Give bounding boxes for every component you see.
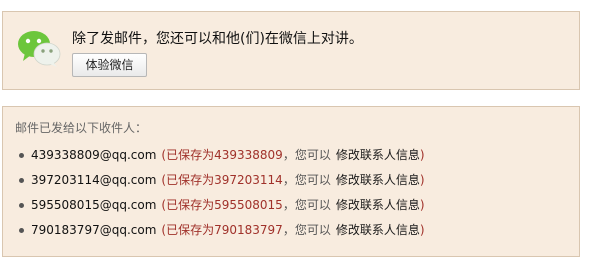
saved-contact-name: 595508015 — [214, 198, 283, 212]
try-wechat-button[interactable]: 体验微信 — [72, 53, 147, 77]
you-can-text: ，您可以 — [282, 173, 331, 187]
recipient-row: 595508015@qq.com (已保存为595508015，您可以 修改联系人信… — [17, 193, 425, 218]
recipient-email: 397203114@qq.com — [31, 173, 157, 187]
recipient-list: 439338809@qq.com (已保存为439338809，您可以 修改联系人信… — [17, 143, 425, 243]
wechat-notice-text: 除了发邮件，您还可以和他(们)在微信上对讲。 — [72, 31, 363, 47]
recipient-row: 439338809@qq.com (已保存为439338809，您可以 修改联系人信… — [17, 143, 425, 168]
bullet-icon — [19, 178, 24, 183]
bullet-icon — [19, 228, 24, 233]
saved-contact-name: 439338809 — [214, 148, 283, 162]
you-can-text: ，您可以 — [282, 148, 331, 162]
bullet-icon — [19, 153, 24, 158]
recipient-row: 397203114@qq.com (已保存为397203114，您可以 修改联系人信… — [17, 168, 425, 193]
wechat-logo-icon — [18, 31, 61, 67]
you-can-text: ，您可以 — [282, 198, 331, 212]
close-paren: ) — [419, 223, 425, 237]
recipients-panel: 邮件已发给以下收件人： 439338809@qq.com (已保存为4393388… — [2, 106, 580, 257]
saved-as-prefix: 已保存为 — [166, 173, 215, 187]
edit-contact-link[interactable]: 修改联系人信息 — [336, 148, 420, 162]
saved-contact-name: 790183797 — [214, 223, 283, 237]
recipient-email: 790183797@qq.com — [31, 223, 157, 237]
saved-as-prefix: 已保存为 — [166, 223, 215, 237]
close-paren: ) — [419, 173, 425, 187]
close-paren: ) — [419, 148, 425, 162]
close-paren: ) — [419, 198, 425, 212]
saved-contact-name: 397203114 — [214, 173, 283, 187]
edit-contact-link[interactable]: 修改联系人信息 — [336, 223, 420, 237]
recipients-title: 邮件已发给以下收件人： — [15, 121, 148, 135]
wechat-promo-panel: 除了发邮件，您还可以和他(们)在微信上对讲。 体验微信 — [2, 11, 580, 90]
recipient-row: 790183797@qq.com (已保存为790183797，您可以 修改联系人信… — [17, 218, 425, 243]
recipient-email: 595508015@qq.com — [31, 198, 157, 212]
saved-as-prefix: 已保存为 — [166, 148, 215, 162]
edit-contact-link[interactable]: 修改联系人信息 — [336, 173, 420, 187]
bullet-icon — [19, 203, 24, 208]
you-can-text: ，您可以 — [282, 223, 331, 237]
recipient-email: 439338809@qq.com — [31, 148, 157, 162]
saved-as-prefix: 已保存为 — [166, 198, 215, 212]
edit-contact-link[interactable]: 修改联系人信息 — [336, 198, 420, 212]
